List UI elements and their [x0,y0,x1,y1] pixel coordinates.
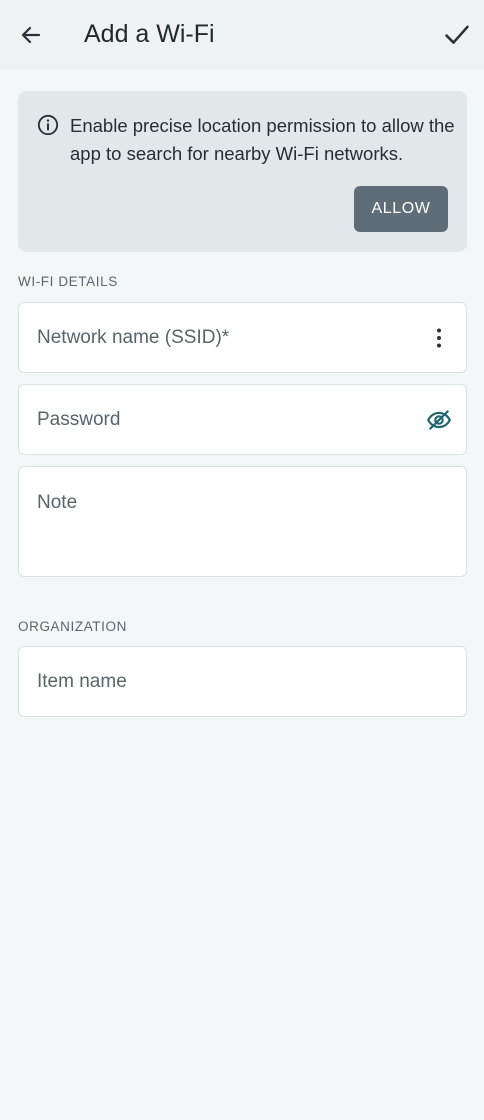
save-button[interactable] [435,13,479,57]
location-permission-banner: Enable precise location permission to al… [18,91,467,252]
note-field[interactable]: Note [18,466,467,577]
password-visibility-toggle[interactable] [419,400,459,440]
checkmark-icon [445,25,469,44]
item-name-placeholder: Item name [37,671,127,692]
section-label-wifi-details: WI-FI DETAILS [18,274,118,289]
arrow-left-icon [21,26,41,44]
item-name-field[interactable]: Item name [18,646,467,717]
password-field[interactable]: Password [18,384,467,455]
info-circle-icon [37,114,59,136]
password-placeholder: Password [37,409,121,430]
back-button[interactable] [9,13,53,57]
note-placeholder: Note [37,492,78,513]
ssid-options-button[interactable] [419,318,459,358]
ssid-placeholder: Network name (SSID)* [37,327,230,348]
more-vertical-icon [437,328,441,348]
eye-off-icon [427,410,451,430]
banner-message: Enable precise location permission to al… [70,115,455,164]
page-title: Add a Wi-Fi [84,20,215,48]
ssid-field[interactable]: Network name (SSID)* [18,302,467,373]
section-label-organization: ORGANIZATION [18,619,127,634]
allow-button[interactable]: ALLOW [354,186,448,232]
app-bar: Add a Wi-Fi [0,0,484,70]
